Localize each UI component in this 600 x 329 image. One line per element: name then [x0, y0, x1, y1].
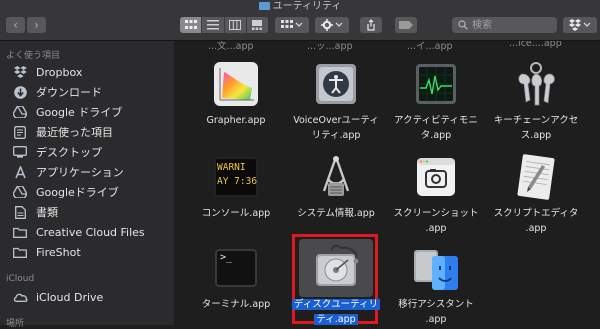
sidebar: よく使う項目 Dropbox ダウンロード Google ドライブ 最近使った項… [0, 41, 174, 329]
activity-monitor-icon [410, 58, 462, 110]
edit-tags-button[interactable] [395, 17, 417, 33]
sidebar-item-downloads[interactable]: ダウンロード [0, 83, 174, 101]
file-item-migration-assistant[interactable]: 移行アシスタント .app [386, 242, 486, 325]
sidebar-item-label: Dropbox [36, 65, 83, 79]
tag-icon [399, 21, 413, 29]
screenshot-icon [410, 151, 462, 203]
file-item-voiceover-utility[interactable]: VoiceOverユーティ リティ.app [286, 58, 386, 143]
search-icon [458, 20, 468, 30]
window-title: ユーティリティ [0, 1, 600, 13]
console-icon: WARNI AY 7:36 [210, 151, 262, 203]
sidebar-item-google-drive[interactable]: Google ドライブ [0, 103, 174, 121]
file-grid: ...文...app ...ッ...app ...イ...app ...ice.… [175, 41, 600, 325]
file-item-script-editor[interactable]: スクリプトエディタ .app [486, 151, 586, 236]
cloud-icon [13, 293, 28, 302]
partial-file-label[interactable]: ...文...app [208, 41, 254, 52]
places-header: 場所 [6, 319, 25, 329]
sidebar-item-icloud-drive[interactable]: iCloud Drive [0, 288, 174, 306]
file-item-screenshot[interactable]: スクリーンショット .app [386, 151, 486, 236]
keychain-icon [510, 58, 562, 110]
icloud-header: iCloud [6, 274, 35, 284]
dropbox-button[interactable] [563, 17, 597, 33]
back-button[interactable]: ‹ [6, 17, 25, 33]
migration-assistant-icon [410, 242, 462, 294]
sidebar-item-label: Creative Cloud Files [36, 225, 145, 239]
list-view-button[interactable] [202, 17, 225, 33]
disk-utility-icon [310, 242, 362, 294]
sidebar-item-label: ダウンロード [36, 86, 102, 99]
file-item-system-information[interactable]: システム情報.app [286, 151, 386, 221]
google-drive-icon [13, 186, 27, 198]
sidebar-item-label: アプリケーション [36, 166, 124, 179]
gallery-view-button[interactable] [247, 17, 268, 33]
group-by-button[interactable] [275, 17, 309, 33]
column-view-icon [229, 20, 242, 30]
list-view-icon [206, 20, 219, 30]
sidebar-item-label: FireShot [36, 245, 81, 259]
partial-file-label[interactable]: ...ice....app [509, 41, 562, 49]
folder-icon [258, 2, 270, 10]
icon-view-button[interactable] [180, 17, 203, 33]
file-item-console[interactable]: WARNI AY 7:36 コンソール.app [186, 151, 286, 221]
desktop-icon [13, 146, 27, 158]
share-button[interactable] [360, 17, 382, 33]
gear-icon [321, 19, 343, 31]
console-text-line: WARNI [217, 162, 246, 173]
sidebar-item-label: 最近使った項目 [36, 126, 113, 139]
gallery-view-icon [252, 20, 263, 30]
file-item-terminal[interactable]: >_ ターミナル.app [186, 242, 286, 312]
documents-icon [14, 205, 26, 219]
terminal-prompt-text: >_ [220, 252, 233, 263]
applications-icon [14, 165, 26, 178]
voiceover-icon [310, 58, 362, 110]
search-input[interactable] [472, 17, 552, 33]
dropbox-icon [13, 66, 27, 78]
sidebar-item-label: デスクトップ [36, 146, 102, 159]
sidebar-item-google-drive-2[interactable]: Googleドライブ [0, 183, 174, 201]
dropbox-icon [569, 19, 591, 31]
google-drive-icon [13, 106, 27, 118]
file-item-keychain-access[interactable]: キーチェーンアクセ ス.app [486, 58, 586, 143]
share-icon [367, 19, 375, 31]
partial-file-label[interactable]: ...イ...app [407, 41, 453, 52]
sidebar-item-label: iCloud Drive [36, 290, 104, 304]
terminal-icon: >_ [210, 242, 262, 294]
forward-button[interactable]: › [27, 17, 46, 33]
recents-icon [14, 125, 26, 139]
file-item-grapher[interactable]: Grapher.app [186, 58, 286, 128]
sidebar-item-label: Googleドライブ [36, 186, 119, 199]
icon-view-icon [184, 20, 197, 29]
sidebar-item-applications[interactable]: アプリケーション [0, 163, 174, 181]
grapher-icon [210, 58, 262, 110]
sidebar-item-label: Google ドライブ [36, 106, 123, 119]
script-editor-icon [510, 151, 562, 203]
console-text-line: AY 7:36 [217, 176, 257, 187]
favorites-header: よく使う項目 [6, 51, 61, 61]
view-mode-segmented-control[interactable] [180, 17, 268, 33]
sidebar-item-recents[interactable]: 最近使った項目 [0, 123, 174, 141]
sidebar-item-creative-cloud-files[interactable]: Creative Cloud Files [0, 223, 174, 241]
folder-icon [13, 227, 27, 238]
sidebar-item-documents[interactable]: 書類 [0, 203, 174, 221]
download-icon [13, 85, 27, 99]
sidebar-item-fireshot[interactable]: FireShot [0, 243, 174, 261]
sidebar-item-dropbox[interactable]: Dropbox [0, 63, 174, 81]
sidebar-item-desktop[interactable]: デスクトップ [0, 143, 174, 161]
system-info-icon [310, 151, 362, 203]
action-button[interactable] [315, 17, 349, 33]
toolbar: ユーティリティ ‹ › [0, 0, 600, 41]
folder-icon [13, 247, 27, 258]
search-field[interactable] [452, 17, 557, 33]
file-item-disk-utility[interactable]: ディスクユーティリ ティ.app [286, 234, 386, 325]
group-grid-icon [281, 20, 303, 28]
sidebar-item-label: 書類 [36, 206, 58, 219]
file-item-activity-monitor[interactable]: アクティビティモニ タ.app [386, 58, 486, 143]
column-view-button[interactable] [225, 17, 247, 33]
partial-file-label[interactable]: ...ッ...app [307, 41, 353, 52]
